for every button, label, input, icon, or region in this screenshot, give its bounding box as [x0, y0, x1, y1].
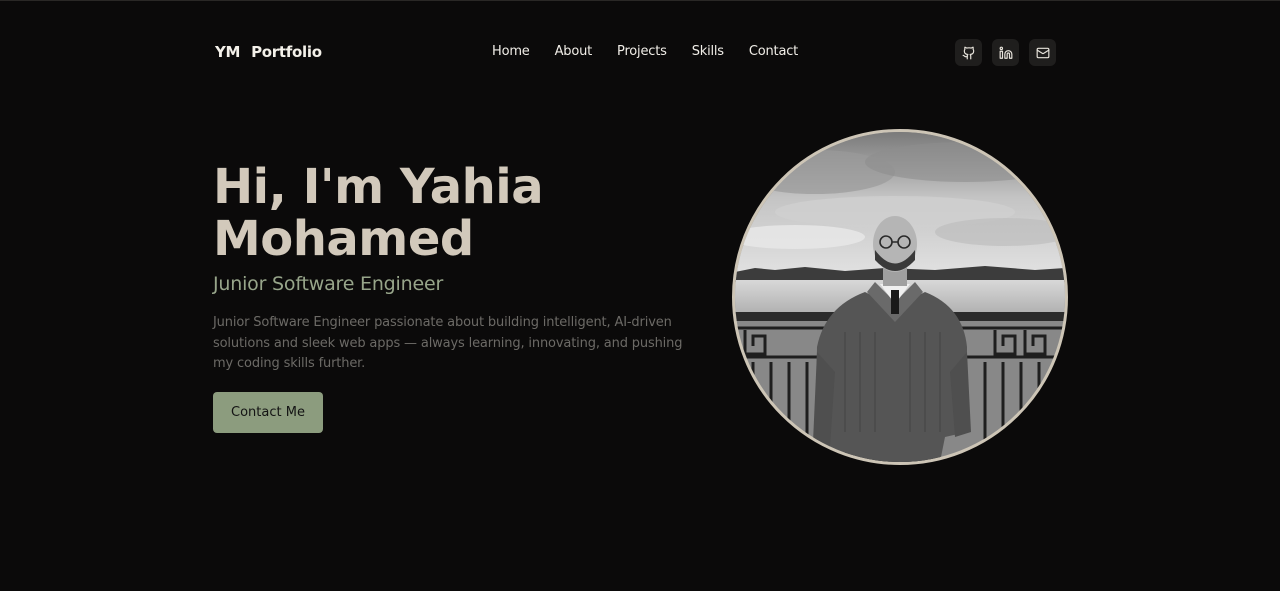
social-links: [955, 39, 1056, 66]
nav-about[interactable]: About: [555, 44, 593, 59]
linkedin-button[interactable]: [992, 39, 1019, 66]
github-button[interactable]: [955, 39, 982, 66]
github-icon: [962, 46, 974, 59]
linkedin-icon: [999, 46, 1012, 59]
profile-photo: [732, 129, 1068, 465]
nav-home[interactable]: Home: [492, 44, 530, 59]
hero-title-line-2: Mohamed: [213, 211, 474, 267]
mail-button[interactable]: [1029, 39, 1056, 66]
nav-contact[interactable]: Contact: [749, 44, 798, 59]
main-nav: Home About Projects Skills Contact: [492, 44, 823, 59]
hero-description: Junior Software Engineer passionate abou…: [213, 315, 683, 371]
brand-logo[interactable]: YM Portfolio: [215, 43, 322, 61]
hero-title: Hi, I'm Yahia Mohamed: [213, 161, 633, 265]
nav-projects[interactable]: Projects: [617, 44, 667, 59]
portfolio-page: YM Portfolio Home About Projects Skills …: [0, 0, 1280, 591]
hero-title-line-1: Hi, I'm Yahia: [213, 159, 544, 215]
mail-icon: [1036, 47, 1049, 58]
hero-subtitle: Junior Software Engineer: [213, 273, 444, 295]
profile-photo-illustration: [735, 132, 1065, 462]
nav-skills[interactable]: Skills: [692, 44, 724, 59]
contact-me-button[interactable]: Contact Me: [213, 392, 323, 433]
